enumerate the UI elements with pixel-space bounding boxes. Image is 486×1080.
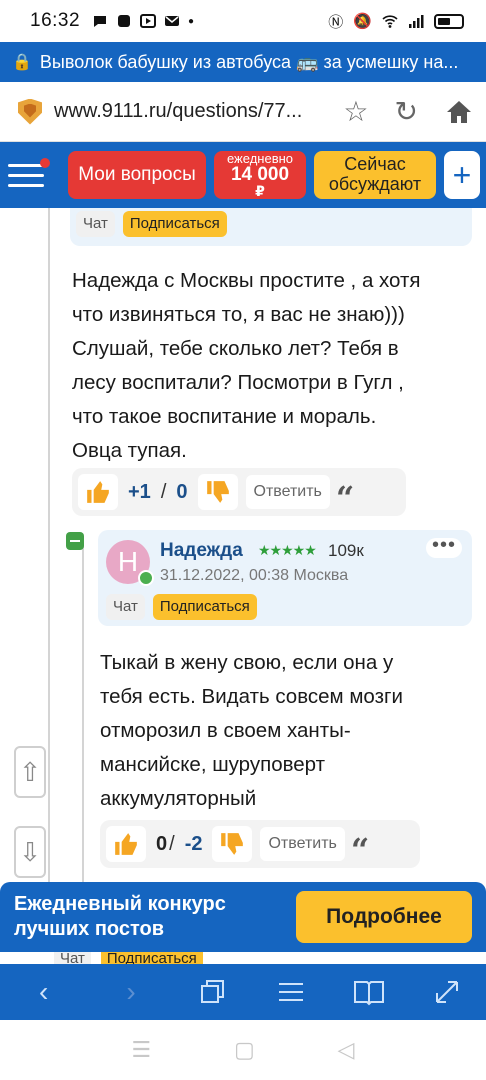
scroll-down-button[interactable]: ⇩ bbox=[14, 826, 46, 878]
tabs-icon[interactable] bbox=[198, 977, 228, 1007]
more-options-icon[interactable]: ••• bbox=[426, 535, 462, 558]
status-time: 16:32 bbox=[30, 10, 81, 31]
url-text[interactable]: www.9111.ru/questions/77... bbox=[54, 100, 343, 123]
quote-icon[interactable]: “ bbox=[351, 828, 369, 866]
thumbs-up-icon[interactable] bbox=[106, 826, 146, 862]
page-title-bar: 🔒 Выволок бабушку из автобуса 🚌 за усмеш… bbox=[0, 42, 486, 82]
url-bar[interactable]: www.9111.ru/questions/77... ☆ ↻ bbox=[0, 82, 486, 142]
downvote-count: -2 bbox=[184, 832, 203, 855]
battery-icon bbox=[434, 13, 464, 29]
collapse-thread-button[interactable] bbox=[66, 532, 84, 550]
notification-dot bbox=[40, 158, 50, 168]
my-questions-button[interactable]: Мои вопросы bbox=[68, 151, 206, 199]
home-nav-icon[interactable]: ▢ bbox=[234, 1037, 255, 1063]
rating-stars-icon: ★★★★★ bbox=[258, 542, 317, 558]
avatar[interactable]: Н bbox=[106, 540, 154, 586]
video-icon bbox=[140, 14, 157, 28]
comments-thread: Чат Подписаться Надежда с Москвы простит… bbox=[0, 208, 486, 968]
site-favicon-icon bbox=[18, 98, 42, 125]
reply-button[interactable]: Ответить bbox=[245, 475, 330, 509]
user-card: Н Надежда ★★★★★ 109к ••• 31.12.2022, 00:… bbox=[98, 530, 472, 626]
comment-text: Надежда с Москвы простите , а хотя что и… bbox=[72, 269, 421, 462]
vote-bar: 0 / -2 Ответить “ bbox=[100, 820, 420, 868]
status-bar: 16:32 ● Ⓝ 🔕 bbox=[0, 0, 486, 42]
app-icon bbox=[118, 15, 131, 27]
signal-icon bbox=[409, 15, 424, 28]
subscribe-button[interactable]: Подписаться bbox=[152, 594, 257, 620]
menu-lines-icon[interactable] bbox=[276, 977, 306, 1007]
upvote-count: +1 bbox=[128, 480, 151, 503]
discussing-now-button[interactable]: Сейчас обсуждают bbox=[314, 151, 436, 199]
thread-line bbox=[48, 208, 50, 908]
thumbs-down-icon[interactable] bbox=[197, 474, 238, 510]
contest-banner: Ежедневный конкурс лучших постов Подробн… bbox=[0, 882, 486, 952]
add-question-button[interactable]: + bbox=[444, 151, 480, 199]
reply-button[interactable]: Ответить bbox=[260, 827, 345, 861]
forward-icon[interactable]: › bbox=[111, 976, 151, 1008]
scroll-up-button[interactable]: ⇧ bbox=[14, 746, 46, 798]
details-button[interactable]: Подробнее bbox=[296, 891, 472, 943]
daily-prize-button[interactable]: ежедневно 14 000 ₽ bbox=[214, 151, 306, 199]
star-icon[interactable]: ☆ bbox=[343, 97, 368, 126]
menu-icon[interactable] bbox=[8, 158, 50, 190]
author-rating: 109к bbox=[328, 541, 364, 560]
thumbs-up-icon[interactable] bbox=[78, 474, 118, 510]
subscribe-button[interactable]: Подписаться bbox=[122, 211, 227, 237]
chat-button[interactable]: Чат bbox=[106, 594, 145, 620]
site-header: Мои вопросы ежедневно 14 000 ₽ Сейчас об… bbox=[0, 142, 486, 208]
back-nav-icon[interactable]: ◁ bbox=[338, 1037, 355, 1063]
author-name[interactable]: Надежда bbox=[160, 540, 243, 562]
comment-text: Тыкай в жену свою, если она у тебя есть.… bbox=[100, 651, 403, 810]
page-title: Выволок бабушку из автобуса 🚌 за усмешку… bbox=[39, 51, 459, 72]
comment-date: 31.12.2022, 00:38 Москва bbox=[160, 567, 349, 584]
browser-toolbar: ‹ › bbox=[0, 964, 486, 1020]
back-icon[interactable]: ‹ bbox=[24, 976, 64, 1008]
lock-icon: 🔒 bbox=[12, 54, 32, 71]
downvote-count: 0 bbox=[176, 480, 188, 503]
upvote-count: 0 bbox=[156, 832, 168, 855]
system-navigation: ☰ ▢ ◁ bbox=[0, 1020, 486, 1080]
reload-icon[interactable]: ↻ bbox=[395, 97, 418, 126]
mail-icon bbox=[165, 16, 180, 26]
dot-icon: ● bbox=[188, 15, 195, 27]
online-status-icon bbox=[138, 570, 154, 586]
wifi-icon bbox=[382, 15, 398, 28]
nfc-icon: Ⓝ bbox=[328, 13, 344, 31]
message-icon bbox=[94, 16, 107, 27]
home-icon[interactable] bbox=[444, 97, 474, 127]
vote-bar: +1 / 0 Ответить “ bbox=[72, 468, 406, 516]
thread-line bbox=[82, 544, 84, 908]
quote-icon[interactable]: “ bbox=[336, 476, 354, 514]
book-icon[interactable] bbox=[353, 977, 385, 1007]
mute-icon: 🔕 bbox=[353, 13, 372, 30]
recents-icon[interactable]: ☰ bbox=[131, 1037, 151, 1063]
thumbs-down-icon[interactable] bbox=[212, 826, 253, 862]
fullscreen-icon[interactable] bbox=[432, 977, 462, 1007]
chat-button[interactable]: Чат bbox=[76, 211, 115, 237]
